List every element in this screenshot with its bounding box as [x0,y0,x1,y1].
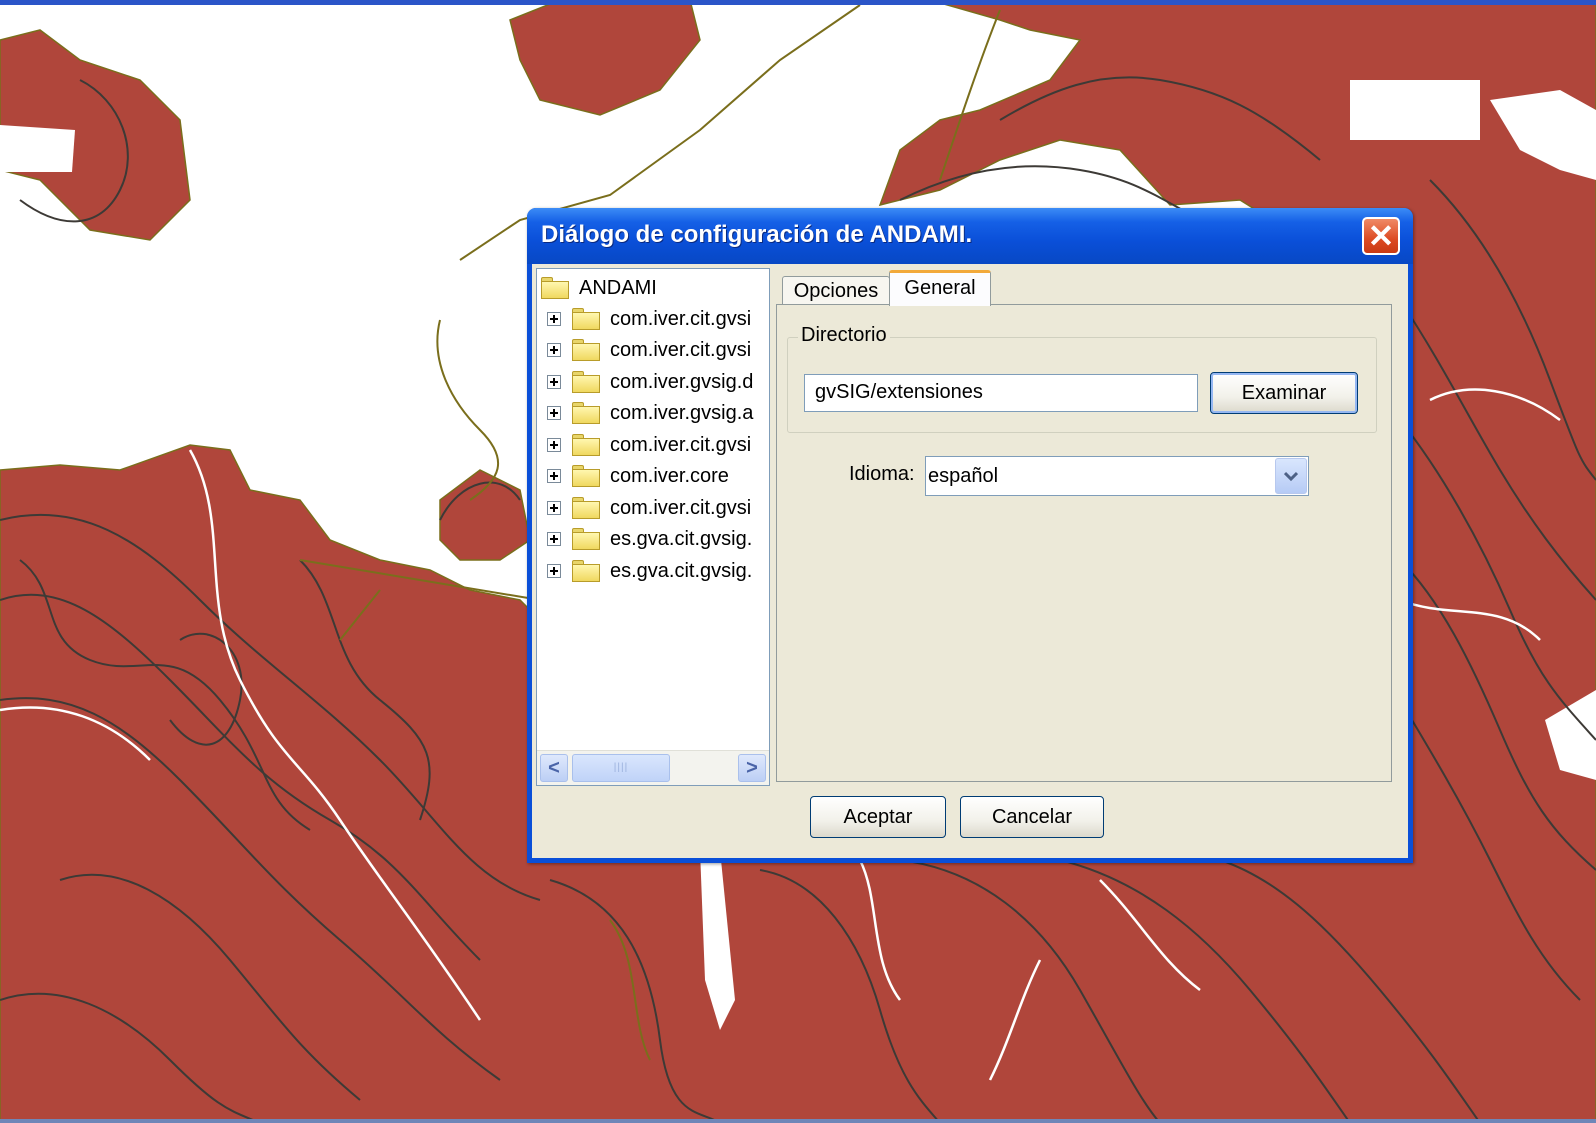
cancel-button[interactable]: Cancelar [960,796,1104,838]
expand-icon[interactable] [547,312,561,326]
folder-icon [572,371,600,393]
tree-item[interactable]: com.iver.gvsig.d [547,367,753,397]
chevron-right-icon: > [746,757,758,779]
tree-item-label: com.iver.gvsig.d [610,370,754,393]
language-value: español [928,465,999,487]
chevron-left-icon: < [548,757,560,779]
tree-item[interactable]: es.gva.cit.gvsig. [547,556,752,586]
folder-icon [572,560,600,582]
folder-icon [572,497,600,519]
tree-root[interactable]: ANDAMI [541,273,657,303]
tree-item[interactable]: es.gva.cit.gvsig. [547,524,752,554]
chevron-down-icon [1284,471,1298,482]
folder-icon [572,434,600,456]
tree-item-label: es.gva.cit.gvsig. [610,527,753,550]
expand-icon[interactable] [547,375,561,389]
tab-general[interactable]: General [889,270,991,306]
directory-group-label: Directorio [798,324,890,347]
language-label: Idioma: [849,463,915,485]
config-dialog: Diálogo de configuración de ANDAMI. ✕ AN… [527,208,1413,863]
scroll-left-button[interactable]: < [540,754,568,782]
expand-icon[interactable] [547,438,561,452]
tree-item-label: com.iver.core [610,464,729,487]
tree-item-label: com.iver.cit.gvsi [610,433,752,456]
tree-item[interactable]: com.iver.gvsig.a [547,398,753,428]
tree-item-label: com.iver.cit.gvsi [610,307,752,330]
window-top-edge [0,0,1596,5]
dialog-title: Diálogo de configuración de ANDAMI. [541,221,973,248]
settings-tabbed-pane: Opciones General Directorio gvSIG/extens… [776,264,1404,788]
dialog-body: ANDAMI com.iver.cit.gvsi com.iver.cit.gv… [532,264,1408,858]
tree-item-label: com.iver.gvsig.a [610,401,754,424]
tree-item[interactable]: com.iver.cit.gvsi [547,335,751,365]
scroll-right-button[interactable]: > [738,754,766,782]
tree-root-label: ANDAMI [579,276,657,299]
extensions-tree[interactable]: ANDAMI com.iver.cit.gvsi com.iver.cit.gv… [536,268,770,786]
folder-icon [541,277,569,299]
close-button[interactable]: ✕ [1362,217,1400,255]
tree-horizontal-scrollbar[interactable]: < |||| > [537,750,769,785]
directory-group: Directorio gvSIG/extensiones Examinar [787,324,1377,433]
tree-item[interactable]: com.iver.core [547,461,729,491]
folder-icon [572,402,600,424]
tree-item-label: es.gva.cit.gvsig. [610,559,753,582]
scroll-thumb[interactable]: |||| [572,754,670,782]
browse-button[interactable]: Examinar [1210,372,1358,414]
folder-icon [572,339,600,361]
tree-item[interactable]: com.iver.cit.gvsi [547,493,751,523]
window-bottom-edge [0,1119,1596,1123]
tree-item[interactable]: com.iver.cit.gvsi [547,304,751,334]
expand-icon[interactable] [547,564,561,578]
grip-icon: |||| [613,762,629,773]
expand-icon[interactable] [547,343,561,357]
close-icon: ✕ [1367,218,1395,254]
expand-icon[interactable] [547,469,561,483]
tab-opciones[interactable]: Opciones [782,276,890,306]
folder-icon [572,465,600,487]
general-tab-panel: Directorio gvSIG/extensiones Examinar Id… [776,304,1392,782]
expand-icon[interactable] [547,532,561,546]
tree-item-label: com.iver.cit.gvsi [610,338,752,361]
dropdown-button[interactable] [1275,458,1307,494]
expand-icon[interactable] [547,501,561,515]
tree-item-label: com.iver.cit.gvsi [610,496,752,519]
tree-item[interactable]: com.iver.cit.gvsi [547,430,751,460]
expand-icon[interactable] [547,406,561,420]
language-select[interactable]: español [925,456,1309,496]
folder-icon [572,308,600,330]
accept-button[interactable]: Aceptar [810,796,946,838]
dialog-titlebar[interactable]: Diálogo de configuración de ANDAMI. ✕ [527,208,1413,264]
folder-icon [572,528,600,550]
directory-field[interactable]: gvSIG/extensiones [804,374,1198,412]
